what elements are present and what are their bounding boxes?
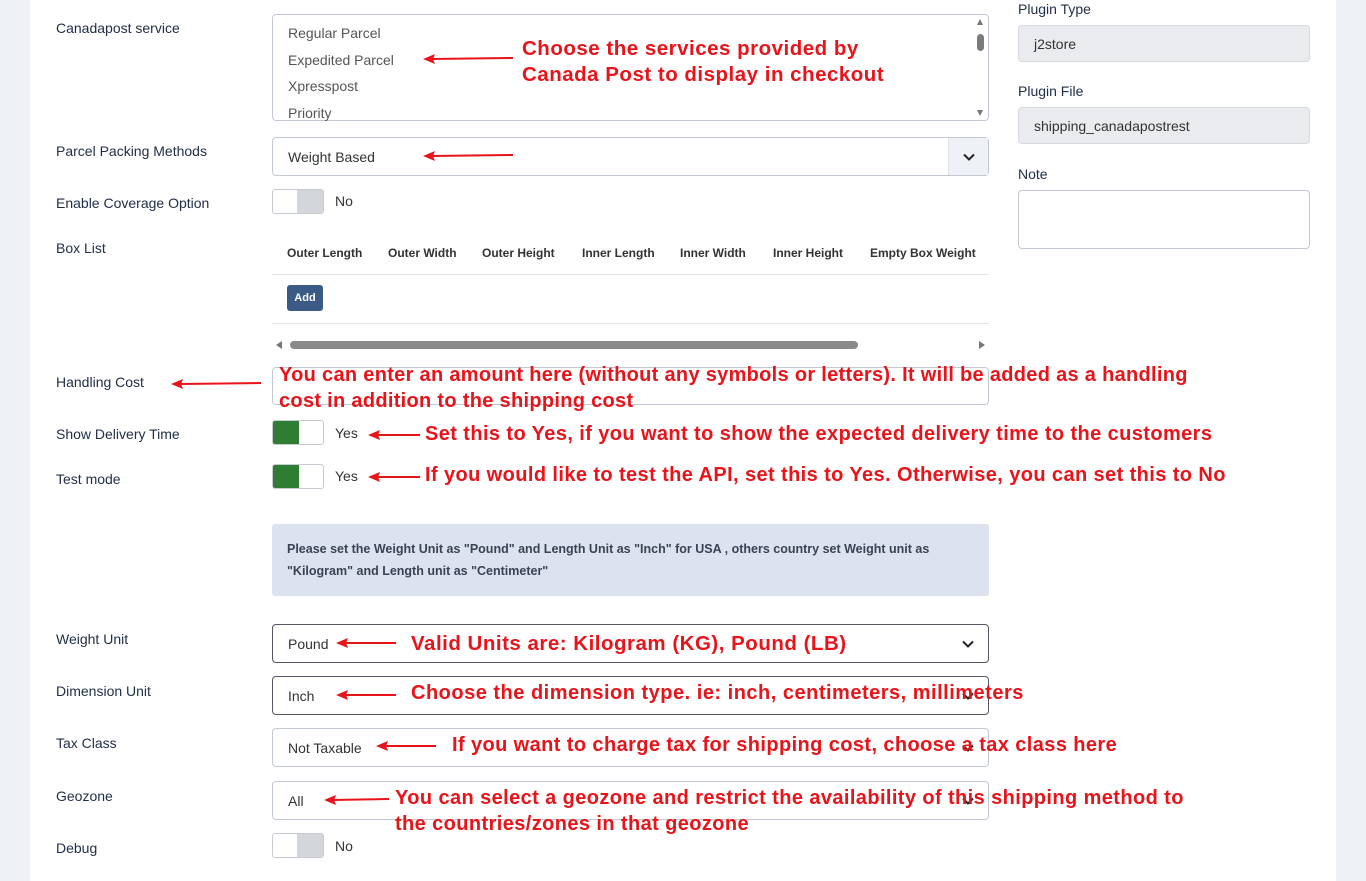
packing-method-value: Weight Based: [288, 148, 375, 165]
chevron-down-icon: [948, 138, 988, 175]
scroll-thumb[interactable]: [290, 341, 858, 349]
service-option[interactable]: Priority: [288, 100, 394, 127]
scroll-up-icon[interactable]: [977, 19, 983, 25]
annotation-services-line1: Choose the services provided by: [522, 37, 859, 60]
scroll-down-icon[interactable]: [977, 110, 983, 116]
column-header: Inner Width: [680, 246, 746, 260]
handling-cost-label: Handling Cost: [56, 374, 144, 390]
column-header: Inner Height: [773, 246, 844, 260]
delivery-time-toggle[interactable]: [272, 420, 324, 445]
arrow-left-icon: [336, 690, 396, 700]
annotation-tax: If you want to charge tax for shipping c…: [452, 734, 1118, 756]
arrow-left-icon: [376, 741, 436, 751]
test-mode-state: Yes: [335, 468, 358, 484]
delivery-time-state: Yes: [335, 425, 358, 441]
plugin-type-field: j2store: [1018, 25, 1310, 62]
annotation-geozone-line2: the countries/zones in that geozone: [395, 813, 750, 835]
debug-label: Debug: [56, 840, 98, 856]
weight-unit-label: Weight Unit: [56, 631, 129, 647]
annotation-test: If you would like to test the API, set t…: [425, 464, 1226, 486]
coverage-label: Enable Coverage Option: [56, 195, 210, 211]
service-option[interactable]: Regular Parcel: [288, 20, 394, 47]
column-header: Empty Box Weight: [870, 246, 976, 260]
note-textarea[interactable]: [1018, 190, 1310, 249]
annotation-weight: Valid Units are: Kilogram (KG), Pound (L…: [411, 632, 847, 655]
canadapost-service-label: Canadapost service: [56, 20, 180, 36]
plugin-file-field: shipping_canadapostrest: [1018, 107, 1310, 144]
arrow-left-icon: [368, 430, 420, 440]
arrow-left-icon: [423, 151, 514, 161]
arrow-left-icon: [336, 638, 396, 648]
divider: [272, 323, 989, 324]
scroll-right-icon[interactable]: [979, 341, 985, 349]
arrow-left-icon: [171, 379, 262, 389]
annotation-services-line2: Canada Post to display in checkout: [522, 63, 885, 86]
tax-class-label: Tax Class: [56, 735, 117, 751]
annotation-dimension: Choose the dimension type. ie: inch, cen…: [411, 682, 1024, 704]
box-list-scrollbar[interactable]: [272, 338, 989, 352]
scroll-left-icon[interactable]: [276, 341, 282, 349]
box-list-label: Box List: [56, 240, 106, 256]
test-mode-toggle[interactable]: [272, 464, 324, 489]
plugin-file-label: Plugin File: [1018, 83, 1084, 99]
service-option[interactable]: Expedited Parcel: [288, 47, 394, 74]
service-option[interactable]: Xpresspost: [288, 73, 394, 100]
column-header: Outer Width: [388, 246, 457, 260]
plugin-type-label: Plugin Type: [1018, 1, 1091, 17]
packing-method-select[interactable]: Weight Based: [272, 137, 989, 176]
debug-toggle[interactable]: [272, 833, 324, 858]
arrow-left-icon: [423, 54, 514, 64]
geozone-label: Geozone: [56, 788, 113, 804]
delivery-time-label: Show Delivery Time: [56, 426, 180, 442]
service-scrollbar[interactable]: [975, 17, 986, 118]
annotation-geozone-line1: You can select a geozone and restrict th…: [395, 787, 1184, 809]
unit-info-alert: Please set the Weight Unit as "Pound" an…: [272, 524, 989, 596]
annotation-handling-line1: You can enter an amount here (without an…: [279, 364, 1188, 386]
arrow-left-icon: [368, 472, 420, 482]
annotation-handling-line2: cost in addition to the shipping cost: [279, 390, 634, 412]
add-box-button[interactable]: Add: [287, 285, 323, 311]
column-header: Outer Height: [482, 246, 555, 260]
coverage-state: No: [335, 193, 353, 209]
chevron-down-icon: [948, 625, 988, 662]
column-header: Outer Length: [287, 246, 363, 260]
packing-method-label: Parcel Packing Methods: [56, 143, 207, 159]
note-label: Note: [1018, 166, 1048, 182]
divider: [272, 274, 989, 275]
dimension-unit-label: Dimension Unit: [56, 683, 151, 699]
test-mode-label: Test mode: [56, 471, 121, 487]
debug-state: No: [335, 838, 353, 854]
coverage-toggle[interactable]: [272, 189, 324, 214]
column-header: Inner Length: [582, 246, 655, 260]
scroll-thumb[interactable]: [977, 34, 984, 51]
annotation-delivery: Set this to Yes, if you want to show the…: [425, 423, 1213, 445]
arrow-left-icon: [324, 795, 390, 805]
